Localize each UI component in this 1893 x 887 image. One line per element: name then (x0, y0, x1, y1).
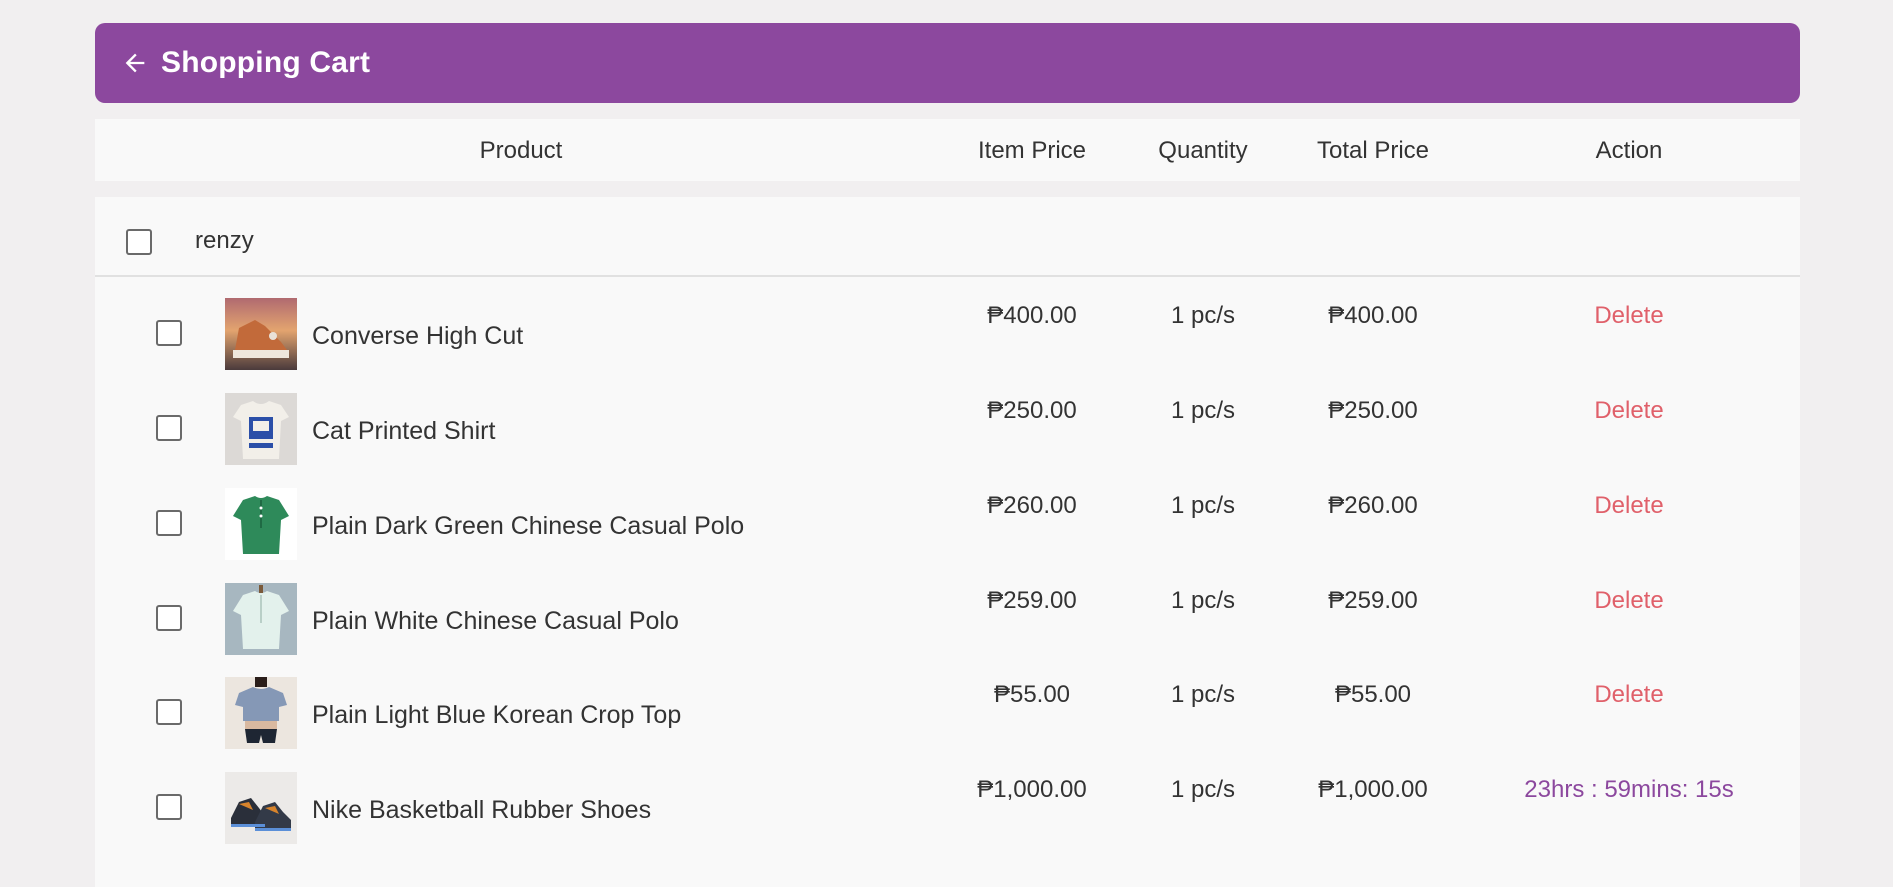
product-name[interactable]: Plain Light Blue Korean Crop Top (312, 701, 681, 730)
cart-item-row: Plain White Chinese Casual Polo ₱259.00 … (95, 583, 1800, 677)
item-select-checkbox[interactable] (156, 320, 182, 346)
product-thumbnail[interactable] (225, 393, 297, 465)
table-header: Product Item Price Quantity Total Price … (95, 119, 1800, 181)
item-quantity: 1 pc/s (1170, 397, 1236, 424)
item-quantity: 1 pc/s (1170, 681, 1236, 708)
item-price: ₱400.00 (987, 302, 1077, 329)
item-quantity: 1 pc/s (1170, 302, 1236, 329)
product-thumbnail[interactable] (225, 677, 297, 749)
column-header-total-price: Total Price (1316, 137, 1430, 164)
shop-select-checkbox[interactable] (126, 229, 152, 255)
product-thumbnail[interactable] (225, 583, 297, 655)
item-total-price: ₱55.00 (1334, 681, 1412, 708)
product-name[interactable]: Converse High Cut (312, 322, 523, 351)
shop-name: renzy (195, 227, 254, 254)
item-total-price: ₱259.00 (1328, 587, 1418, 614)
product-name[interactable]: Cat Printed Shirt (312, 417, 495, 446)
back-button[interactable] (119, 47, 151, 79)
item-total-price: ₱400.00 (1328, 302, 1418, 329)
product-thumbnail[interactable] (225, 298, 297, 370)
delete-button[interactable]: Delete (1594, 492, 1663, 520)
cart-panel: renzy Converse High Cut ₱400.00 1 pc/s ₱… (95, 197, 1800, 887)
item-total-price: ₱1,000.00 (1318, 776, 1428, 803)
item-quantity: 1 pc/s (1170, 776, 1236, 803)
item-price: ₱250.00 (987, 397, 1077, 424)
product-thumbnail[interactable] (225, 488, 297, 560)
countdown-timer: 23hrs : 59mins: 15s (1524, 776, 1734, 803)
product-thumbnail[interactable] (225, 772, 297, 844)
delete-button[interactable]: Delete (1594, 587, 1663, 615)
delete-button[interactable]: Delete (1594, 302, 1663, 330)
product-name[interactable]: Plain Dark Green Chinese Casual Polo (312, 512, 744, 541)
item-select-checkbox[interactable] (156, 415, 182, 441)
shop-row: renzy (95, 197, 1800, 277)
item-price: ₱1,000.00 (977, 776, 1087, 803)
column-header-quantity: Quantity (1158, 137, 1248, 164)
delete-button[interactable]: Delete (1594, 681, 1663, 709)
item-total-price: ₱250.00 (1328, 397, 1418, 424)
delete-button[interactable]: Delete (1594, 397, 1663, 425)
product-name[interactable]: Plain White Chinese Casual Polo (312, 607, 679, 636)
item-quantity: 1 pc/s (1170, 587, 1236, 614)
item-price: ₱55.00 (993, 681, 1071, 708)
item-select-checkbox[interactable] (156, 699, 182, 725)
column-header-item-price: Item Price (977, 137, 1087, 164)
product-name[interactable]: Nike Basketball Rubber Shoes (312, 796, 651, 825)
item-select-checkbox[interactable] (156, 510, 182, 536)
page-title: Shopping Cart (161, 46, 371, 79)
item-quantity: 1 pc/s (1170, 492, 1236, 519)
cart-item-row: Nike Basketball Rubber Shoes ₱1,000.00 1… (95, 772, 1800, 866)
item-select-checkbox[interactable] (156, 794, 182, 820)
item-price: ₱259.00 (987, 587, 1077, 614)
cart-item-row: Plain Dark Green Chinese Casual Polo ₱26… (95, 488, 1800, 582)
cart-item-row: Cat Printed Shirt ₱250.00 1 pc/s ₱250.00… (95, 393, 1800, 487)
item-price: ₱260.00 (987, 492, 1077, 519)
page-header: Shopping Cart (95, 23, 1800, 103)
cart-item-row: Plain Light Blue Korean Crop Top ₱55.00 … (95, 677, 1800, 771)
cart-item-row: Converse High Cut ₱400.00 1 pc/s ₱400.00… (95, 298, 1800, 392)
column-header-action: Action (1595, 137, 1663, 164)
item-total-price: ₱260.00 (1328, 492, 1418, 519)
column-header-product: Product (479, 137, 563, 164)
item-select-checkbox[interactable] (156, 605, 182, 631)
arrow-left-icon (125, 53, 145, 73)
